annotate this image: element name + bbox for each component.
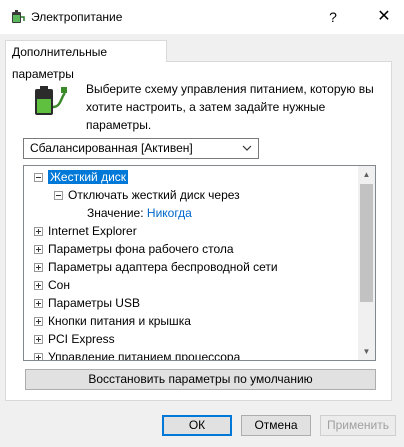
settings-tree[interactable]: Жесткий диск Отключать жесткий диск чере… — [23, 165, 376, 361]
expand-icon[interactable] — [34, 245, 43, 254]
tree-item[interactable]: Кнопки питания и крышка — [48, 312, 191, 330]
help-button[interactable]: ? — [318, 0, 348, 34]
description-text: Выберите схему управления питанием, кото… — [86, 82, 374, 132]
tree-item-value: Значение: Никогда — [87, 204, 192, 222]
tab-advanced-settings[interactable]: Дополнительные параметры — [5, 40, 167, 81]
tree-item-label: Отключать жесткий диск через — [68, 188, 240, 202]
expand-icon[interactable] — [34, 299, 43, 308]
tree-item[interactable]: Параметры USB — [48, 294, 140, 312]
value-label: Значение: — [87, 206, 144, 220]
expand-icon[interactable] — [34, 263, 43, 272]
tree-item[interactable]: Управление питанием процессора — [48, 348, 240, 360]
tree-item[interactable]: Internet Explorer — [48, 222, 137, 240]
tree-item-disable-hdd[interactable]: Отключать жесткий диск через — [68, 186, 240, 204]
scroll-down-icon[interactable]: ▼ — [358, 343, 375, 360]
tree-item-label: Жесткий диск — [48, 170, 129, 184]
expand-icon[interactable] — [34, 227, 43, 236]
tree-item[interactable]: Параметры фона рабочего стола — [48, 240, 234, 258]
restore-defaults-button[interactable]: Восстановить параметры по умолчанию — [25, 369, 376, 390]
collapse-icon[interactable] — [34, 173, 43, 182]
expand-icon[interactable] — [34, 317, 43, 326]
collapse-icon[interactable] — [54, 191, 63, 200]
ok-button[interactable]: ОК — [162, 415, 232, 436]
window-title: Электропитание — [31, 10, 123, 24]
expand-icon[interactable] — [34, 335, 43, 344]
scroll-up-icon[interactable]: ▲ — [358, 166, 375, 183]
expand-icon[interactable] — [34, 353, 43, 360]
tree-item-hard-disk[interactable]: Жесткий диск — [48, 168, 129, 186]
expand-icon[interactable] — [34, 281, 43, 290]
power-scheme-dropdown[interactable]: Сбалансированная [Активен] — [23, 138, 259, 159]
power-scheme-value: Сбалансированная [Активен] — [30, 141, 193, 155]
scrollbar-thumb[interactable] — [360, 184, 373, 302]
tree-item[interactable]: Параметры адаптера беспроводной сети — [48, 258, 278, 276]
chevron-down-icon — [242, 145, 252, 151]
close-button[interactable]: ✕ — [364, 0, 404, 34]
title-bar: Электропитание ? ✕ — [0, 0, 404, 34]
value-link[interactable]: Никогда — [147, 206, 192, 220]
power-options-icon — [12, 10, 25, 23]
apply-button[interactable]: Применить — [320, 415, 396, 436]
tree-item[interactable]: PCI Express — [48, 330, 115, 348]
tree-item[interactable]: Сон — [48, 276, 70, 294]
cancel-button[interactable]: Отмена — [241, 415, 311, 436]
vertical-scrollbar[interactable]: ▲ ▼ — [358, 166, 375, 360]
